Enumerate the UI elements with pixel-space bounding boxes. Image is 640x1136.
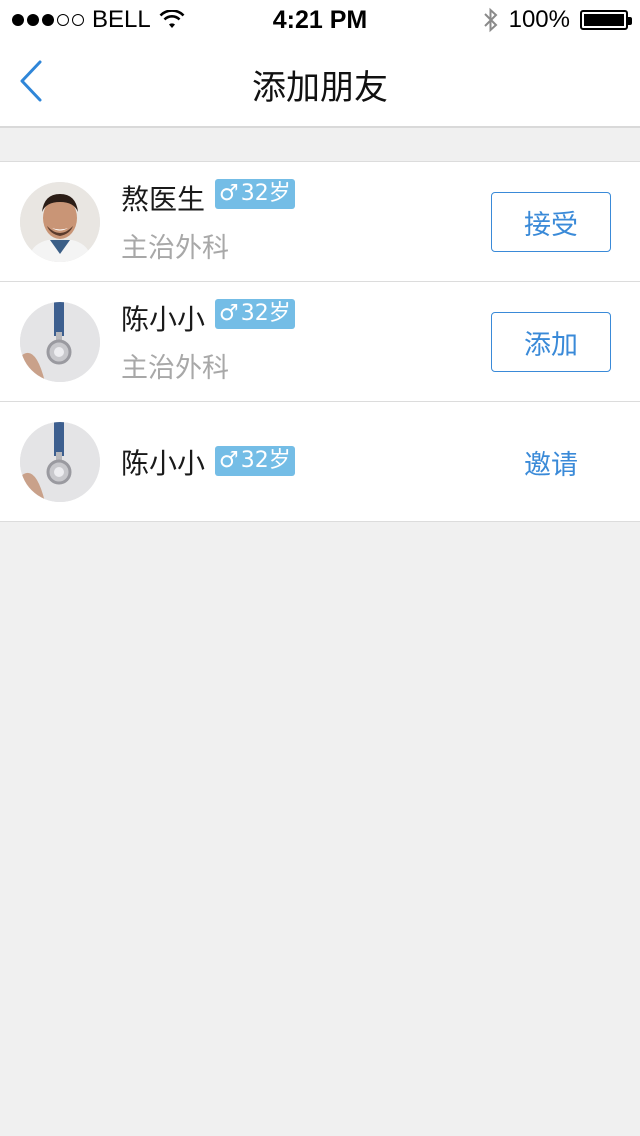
doctor-photo [20,182,100,262]
age-label: 32岁 [240,448,291,473]
avatar[interactable] [20,182,100,262]
status-bar: BELL 4:21 PM 100% [0,0,640,40]
friend-list: 熬医生 ♂ 32岁 主治外科 接受 陈小小 ♂ 32岁 主治外科 添加 陈小小 … [0,161,640,522]
page-title: 添加朋友 [252,68,388,108]
bluetooth-icon [483,7,498,33]
male-icon: ♂ [219,301,239,326]
add-button[interactable]: 添加 [491,312,611,372]
male-icon: ♂ [219,181,239,206]
battery-icon [580,10,632,30]
age-label: 32岁 [240,301,291,326]
friend-name: 熬医生 [121,183,206,216]
friend-name: 陈小小 [121,447,206,480]
navigation-bar: 添加朋友 [0,40,640,128]
list-item: 陈小小 ♂ 32岁 主治外科 添加 [0,282,640,402]
accept-button[interactable]: 接受 [491,192,611,252]
friend-title: 主治外科 [121,233,229,264]
stethoscope-photo [20,422,100,502]
avatar[interactable] [20,302,100,382]
list-item: 熬医生 ♂ 32岁 主治外科 接受 [0,162,640,282]
list-item: 陈小小 ♂ 32岁 邀请 [0,402,640,522]
male-icon: ♂ [219,448,239,473]
friend-name: 陈小小 [121,303,206,336]
invite-button[interactable]: 邀请 [491,432,611,492]
status-right: 100% [483,6,632,34]
battery-percent: 100% [508,6,570,33]
age-label: 32岁 [240,181,291,206]
avatar[interactable] [20,422,100,502]
stethoscope-photo [20,302,100,382]
gender-age-badge: ♂ 32岁 [215,446,295,476]
gender-age-badge: ♂ 32岁 [215,179,295,209]
friend-title: 主治外科 [121,353,229,384]
gender-age-badge: ♂ 32岁 [215,299,295,329]
